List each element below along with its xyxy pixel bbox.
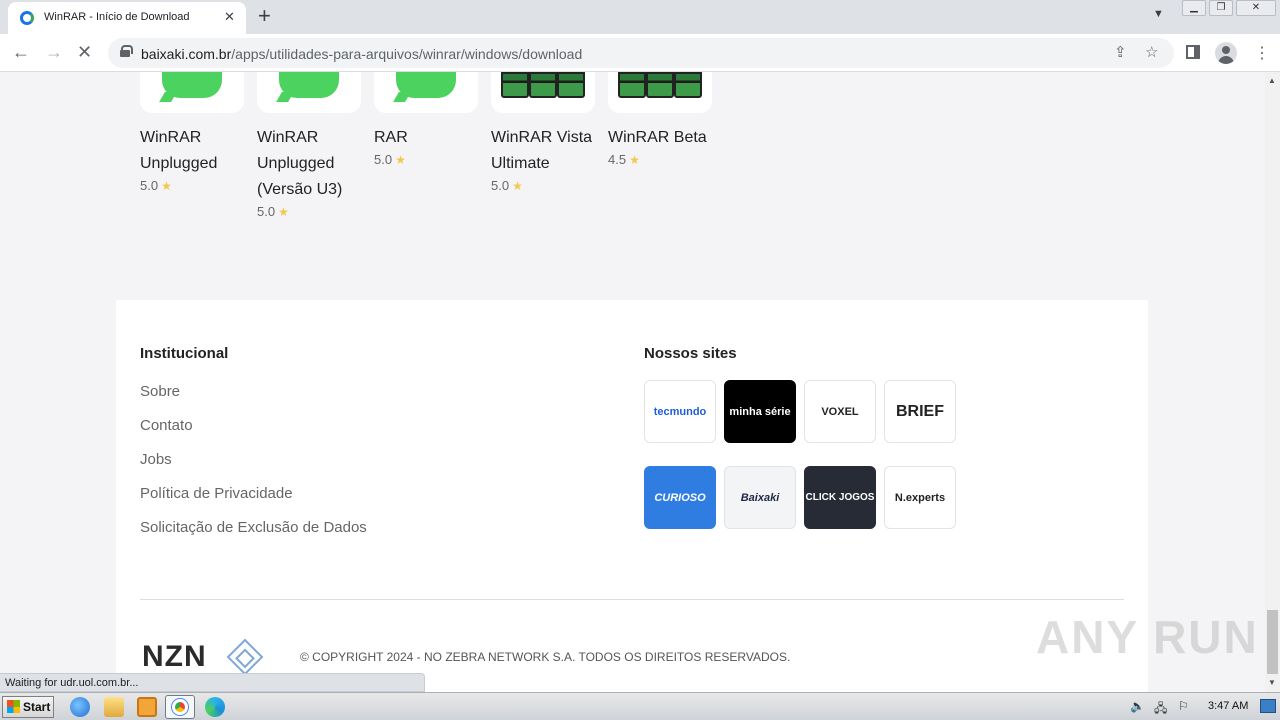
footer-link-privacidade[interactable]: Política de Privacidade [140,485,293,502]
edge-icon[interactable] [205,697,225,717]
tab-strip: WinRAR - Início de Download ✕ + ▼ ▁ ❐ ✕ [0,0,1280,34]
app-name[interactable]: WinRAR Beta [608,125,718,151]
footer-divider [140,599,1124,600]
speech-bubble-icon[interactable] [140,72,244,113]
back-arrow-icon[interactable]: ← [12,42,30,63]
app-name[interactable]: RAR [374,125,484,151]
star-icon: ★ [512,179,523,193]
loading-status-bubble: Waiting for udr.uol.com.br... [0,673,425,692]
footer-link-contato[interactable]: Contato [140,417,193,434]
app-name[interactable]: WinRAR Unplugged [140,125,250,177]
scroll-up-icon[interactable]: ▲ [1268,76,1276,85]
winrar-books-icon[interactable] [491,72,595,113]
star-icon: ★ [278,205,289,219]
site-logo-tecmundo[interactable]: tecmundo [644,380,716,443]
restore-icon[interactable]: ❐ [1209,0,1233,16]
app-rating: 5.0 ★ [491,178,523,193]
related-apps-section: WinRAR Unplugged 5.0 ★ WinRAR Unplugged (… [116,72,1148,300]
page-viewport: WinRAR Unplugged 5.0 ★ WinRAR Unplugged (… [0,72,1265,692]
site-logo-voxel[interactable]: VOXEL [804,380,876,443]
speech-bubble-icon[interactable] [257,72,361,113]
lock-icon[interactable] [120,45,133,57]
app-name[interactable]: WinRAR Vista Ultimate [491,125,601,177]
nossos-sites-title: Nossos sites [644,345,737,362]
volume-icon[interactable]: 🔈 [1130,699,1145,713]
stop-loading-icon[interactable]: ✕ [77,42,92,63]
related-app-card[interactable]: WinRAR Beta 4.5 ★ [608,72,718,167]
profile-avatar-icon[interactable] [1215,42,1237,64]
network-icon[interactable]: 🖧 [1154,699,1168,715]
anyrun-watermark: ANY RUN [1036,611,1259,663]
side-panel-icon[interactable] [1186,45,1200,59]
tab-close-icon[interactable]: ✕ [224,9,235,25]
footer-link-exclusao-dados[interactable]: Solicitação de Exclusão de Dados [140,519,367,536]
taskbar-clock[interactable]: 3:47 AM [1208,700,1248,712]
site-logo-n-experts[interactable]: N.experts [884,466,956,529]
windows-logo-icon [7,700,20,713]
browser-toolbar: ← → ✕ baixaki.com.br/apps/utilidades-par… [0,34,1280,72]
site-footer: Institucional Sobre Contato Jobs Polític… [116,300,1148,692]
scroll-down-icon[interactable]: ▼ [1268,678,1276,687]
show-desktop-icon[interactable] [1260,699,1276,713]
related-app-card[interactable]: WinRAR Unplugged 5.0 ★ [140,72,250,193]
forward-arrow-icon[interactable]: → [45,42,63,63]
winrar-books-icon[interactable] [608,72,712,113]
site-logo-brief[interactable]: BRIEF [884,380,956,443]
star-icon: ★ [161,179,172,193]
start-button[interactable]: Start [2,696,54,718]
app-name[interactable]: WinRAR Unplugged (Versão U3) [257,125,367,203]
star-icon: ★ [629,153,640,167]
window-controls: ▁ ❐ ✕ [1182,0,1280,18]
app-rating: 5.0 ★ [140,178,172,193]
url-text[interactable]: baixaki.com.br/apps/utilidades-para-arqu… [141,46,582,62]
windows-taskbar: Start 🔈 🖧 ⚐ 3:47 AM [0,692,1280,720]
related-app-card[interactable]: WinRAR Vista Ultimate 5.0 ★ [491,72,601,193]
star-icon: ★ [395,153,406,167]
media-player-icon[interactable] [137,697,157,717]
scrollbar-thumb[interactable] [1267,610,1278,674]
chrome-taskbar-icon[interactable] [165,695,195,719]
loading-favicon-icon [20,11,34,25]
institucional-title: Institucional [140,345,229,362]
app-rating: 5.0 ★ [257,204,289,219]
page-scrollbar[interactable]: ▲ ▼ [1265,72,1280,692]
tab-search-chevron-icon[interactable]: ▼ [1153,8,1164,20]
site-logo-minha-serie[interactable]: minha série [724,380,796,443]
address-bar[interactable]: baixaki.com.br/apps/utilidades-para-arqu… [108,38,1174,68]
nzn-logo[interactable]: NZN [142,640,207,674]
site-logo-baixaki[interactable]: Baixaki [724,466,796,529]
site-logo-mega-curioso[interactable]: CURIOSO [644,466,716,529]
kebab-menu-icon[interactable]: ⋮ [1254,43,1270,63]
app-rating: 4.5 ★ [608,152,640,167]
tab-title: WinRAR - Início de Download [44,11,190,23]
site-logo-click-jogos[interactable]: CLICK JOGOS [804,466,876,529]
file-explorer-icon[interactable] [104,697,124,717]
footer-link-sobre[interactable]: Sobre [140,383,180,400]
window-close-icon[interactable]: ✕ [1236,0,1276,16]
new-tab-icon[interactable]: + [258,3,271,29]
action-center-flag-icon[interactable]: ⚐ [1178,699,1192,713]
share-icon[interactable]: ⇪ [1114,43,1127,61]
tab-winrar[interactable]: WinRAR - Início de Download ✕ [8,2,246,34]
copyright-text: © COPYRIGHT 2024 - NO ZEBRA NETWORK S.A.… [300,650,791,664]
nzn-diamond-icon [226,638,264,676]
app-rating: 5.0 ★ [374,152,406,167]
minimize-icon[interactable]: ▁ [1182,0,1206,16]
speech-bubble-icon[interactable] [374,72,478,113]
bookmark-star-icon[interactable]: ☆ [1145,43,1158,61]
internet-explorer-icon[interactable] [70,697,90,717]
footer-link-jobs[interactable]: Jobs [140,451,172,468]
related-app-card[interactable]: WinRAR Unplugged (Versão U3) 5.0 ★ [257,72,367,219]
related-app-card[interactable]: RAR 5.0 ★ [374,72,484,167]
